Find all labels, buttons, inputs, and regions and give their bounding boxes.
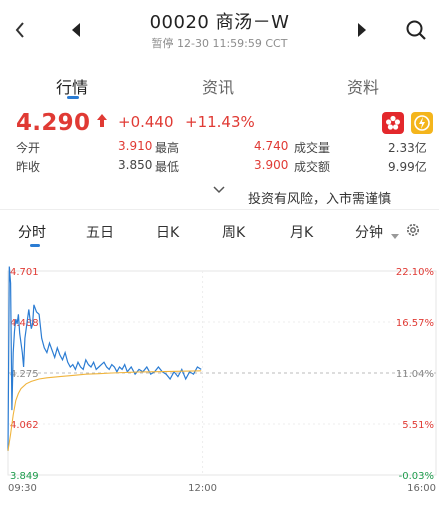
intraday-chart[interactable]: 4.701 4.488 4.275 4.062 3.849 22.10% 16.57% 11.…: [0, 255, 439, 505]
x-tick-label: 16:00: [407, 483, 436, 494]
chart-frame: [7, 270, 437, 476]
divider: [0, 209, 439, 210]
period-tabs: 分时 五日 日K 周K 月K 分钟: [0, 222, 439, 244]
trade-status: 暂停: [151, 37, 174, 50]
active-period-indicator: [30, 244, 40, 247]
high-label: 最高: [155, 141, 180, 155]
timestamp: 12-30 11:59:59 CCT: [177, 37, 288, 50]
turnover-value: 9.99亿: [388, 160, 427, 174]
up-arrow-icon: [96, 113, 108, 132]
y-right-tick-label: 22.10%: [396, 267, 434, 278]
search-icon[interactable]: [404, 18, 428, 42]
tab-daily-k[interactable]: 日K: [156, 222, 179, 242]
expand-chevron-icon[interactable]: [212, 180, 226, 199]
high-value: 4.740: [254, 139, 289, 153]
x-tick-label: 12:00: [188, 483, 217, 494]
average-price-line: [7, 370, 202, 451]
volume-value: 2.33亿: [388, 141, 427, 155]
price-change: +0.440: [118, 113, 174, 131]
tab-intraday[interactable]: 分时: [18, 222, 46, 242]
tab-monthly-k[interactable]: 月K: [290, 222, 313, 242]
price-change-pct: +11.43%: [185, 113, 255, 131]
prev-close-label: 昨收: [16, 160, 41, 174]
open-label: 今开: [16, 141, 41, 155]
low-value: 3.900: [254, 158, 289, 172]
y-left-tick-label: 4.488: [10, 318, 39, 329]
y-right-tick-label: 5.51%: [402, 420, 434, 431]
risk-notice: 投资有风险，入市需谨慎: [248, 192, 392, 207]
active-tab-indicator: [67, 96, 79, 99]
prev-close-value: 3.850: [118, 158, 153, 172]
y-right-tick-label: 16.57%: [396, 318, 434, 329]
last-price: 4.290: [16, 110, 91, 136]
tab-news[interactable]: 资讯: [202, 74, 234, 98]
hk-flag-icon[interactable]: [382, 112, 404, 134]
y-left-tick-label: 4.062: [10, 420, 39, 431]
volume-label: 成交量: [294, 141, 331, 155]
x-tick-label: 09:30: [8, 483, 37, 494]
tab-profile[interactable]: 资料: [347, 74, 379, 98]
next-stock-icon[interactable]: [350, 18, 374, 42]
y-left-tick-label: 3.849: [10, 471, 39, 482]
gear-icon[interactable]: [405, 222, 421, 242]
connect-badge-icon[interactable]: [411, 112, 433, 134]
low-label: 最低: [155, 160, 180, 174]
tab-five-day[interactable]: 五日: [86, 222, 114, 242]
open-value: 3.910: [118, 139, 153, 153]
dropdown-caret-icon[interactable]: [391, 225, 399, 244]
y-right-tick-label: -0.03%: [399, 471, 434, 482]
y-left-tick-label: 4.701: [10, 267, 39, 278]
tab-quote[interactable]: 行情: [56, 74, 88, 98]
tab-weekly-k[interactable]: 周K: [222, 222, 245, 242]
tab-minute[interactable]: 分钟: [355, 222, 383, 242]
main-tabs: 行情 资讯 资料: [0, 68, 439, 104]
y-left-tick-label: 4.275: [10, 369, 39, 380]
y-right-tick-label: 11.04%: [396, 369, 434, 380]
turnover-label: 成交额: [294, 160, 331, 174]
